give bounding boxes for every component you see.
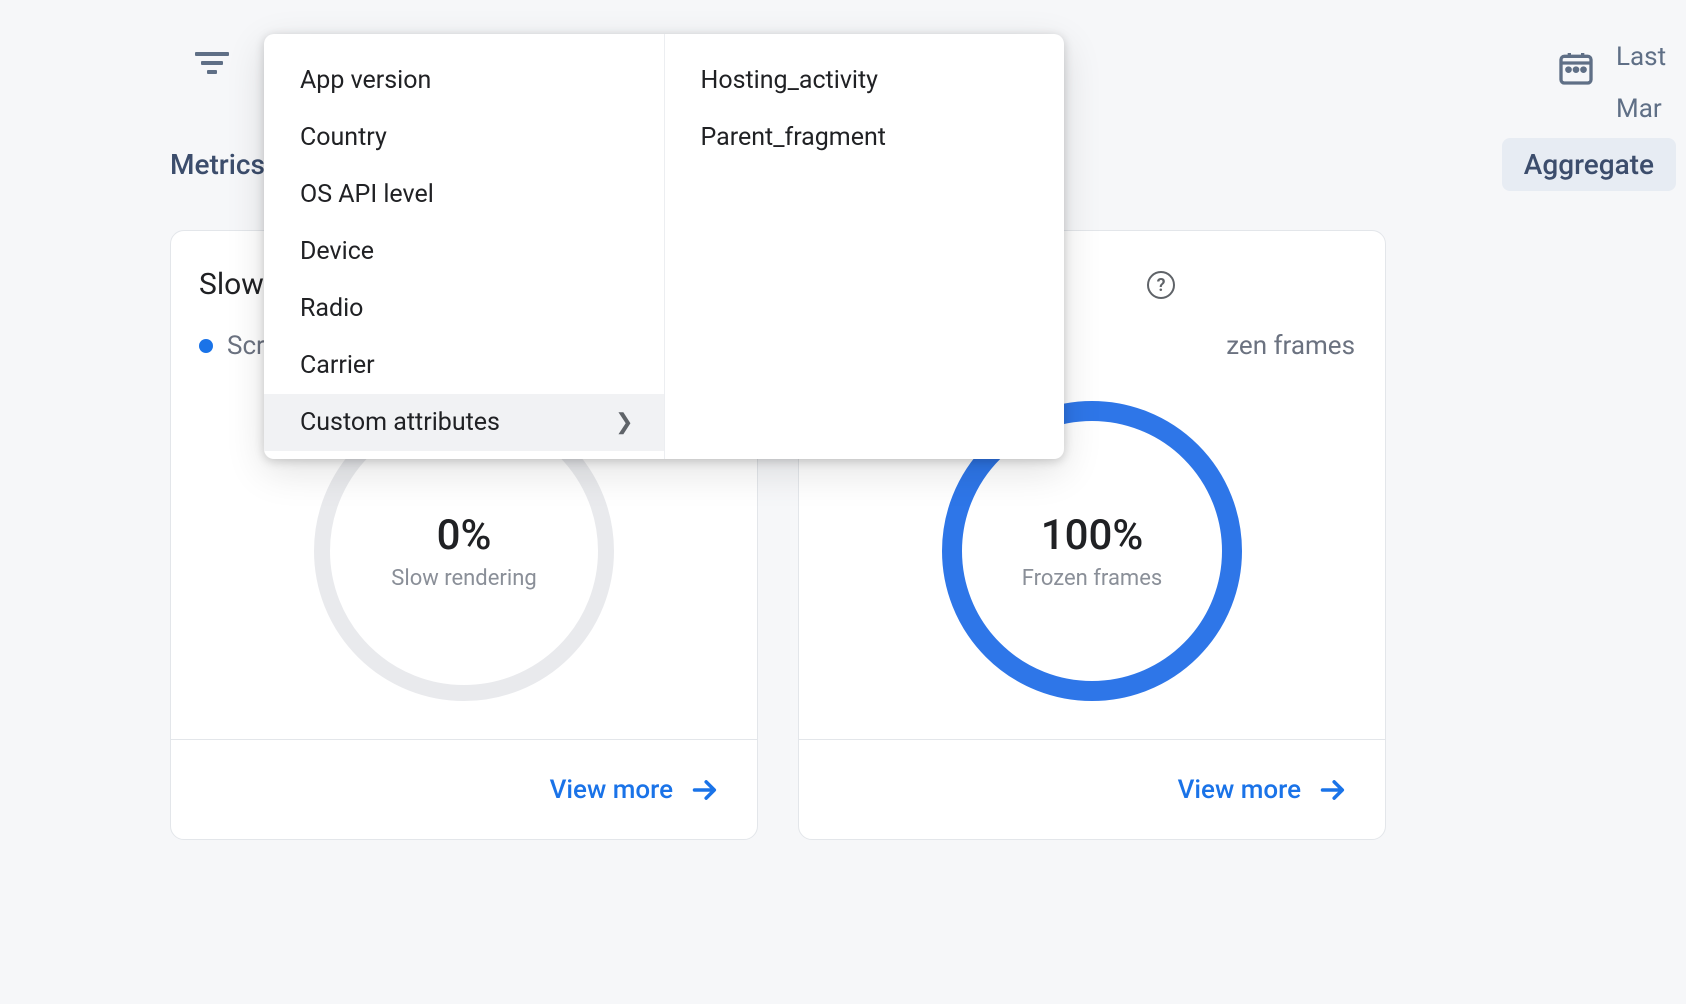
legend-row: zen frames	[1226, 331, 1355, 361]
donut-label: Slow rendering	[391, 566, 536, 591]
calendar-icon[interactable]	[1556, 48, 1596, 88]
donut-value: 0%	[437, 511, 492, 560]
filter-icon-bar	[195, 52, 229, 56]
view-more-button[interactable]: View more	[799, 739, 1385, 839]
popover-item-label: Device	[300, 237, 374, 266]
help-icon[interactable]: ?	[1147, 271, 1175, 299]
view-more-button[interactable]: View more	[171, 739, 757, 839]
popover-item-label: Radio	[300, 294, 363, 323]
popover-item-label: App version	[300, 66, 431, 95]
legend-text: zen frames	[1226, 331, 1355, 361]
popover-item[interactable]: OS API level	[264, 166, 664, 223]
popover-item[interactable]: Hosting_activity	[665, 52, 1065, 109]
filter-icon-bar	[207, 70, 217, 74]
popover-item[interactable]: Radio	[264, 280, 664, 337]
popover-item[interactable]: Carrier	[264, 337, 664, 394]
popover-item[interactable]: App version	[264, 52, 664, 109]
filter-icon[interactable]	[192, 48, 232, 78]
popover-item-label: Country	[300, 123, 387, 152]
arrow-right-icon	[1319, 776, 1347, 804]
popover-item-label: Hosting_activity	[701, 66, 879, 95]
popover-item[interactable]: Custom attributes ❯	[264, 394, 664, 451]
legend-row: Scr	[199, 331, 265, 361]
donut-value: 100%	[1041, 511, 1144, 560]
aggregate-chip[interactable]: Aggregate	[1502, 138, 1676, 191]
legend-dot-icon	[199, 339, 213, 353]
metrics-tab-label[interactable]: Metrics	[170, 148, 265, 181]
filter-icon-bar	[201, 61, 223, 65]
popover-item-label: Custom attributes	[300, 408, 500, 437]
popover-right-column: Hosting_activity Parent_fragment	[665, 34, 1065, 459]
popover-item[interactable]: Parent_fragment	[665, 109, 1065, 166]
popover-item-label: Carrier	[300, 351, 375, 380]
date-range-label: Last Mar	[1616, 42, 1686, 124]
date-mar-text: Mar	[1616, 94, 1686, 124]
card-title: Slow	[199, 267, 264, 302]
popover-item-label: OS API level	[300, 180, 434, 209]
popover-item-label: Parent_fragment	[701, 123, 886, 152]
arrow-right-icon	[691, 776, 719, 804]
view-more-label: View more	[1178, 775, 1301, 805]
donut-label: Frozen frames	[1022, 566, 1162, 591]
popover-item[interactable]: Device	[264, 223, 664, 280]
popover-left-column: App version Country OS API level Device Radi…	[264, 34, 665, 459]
date-last-text: Last	[1616, 42, 1686, 72]
popover-item[interactable]: Country	[264, 109, 664, 166]
chevron-right-icon: ❯	[615, 410, 633, 435]
view-more-label: View more	[550, 775, 673, 805]
filter-popover: App version Country OS API level Device Radi…	[264, 34, 1064, 459]
legend-text: Scr	[227, 331, 265, 361]
